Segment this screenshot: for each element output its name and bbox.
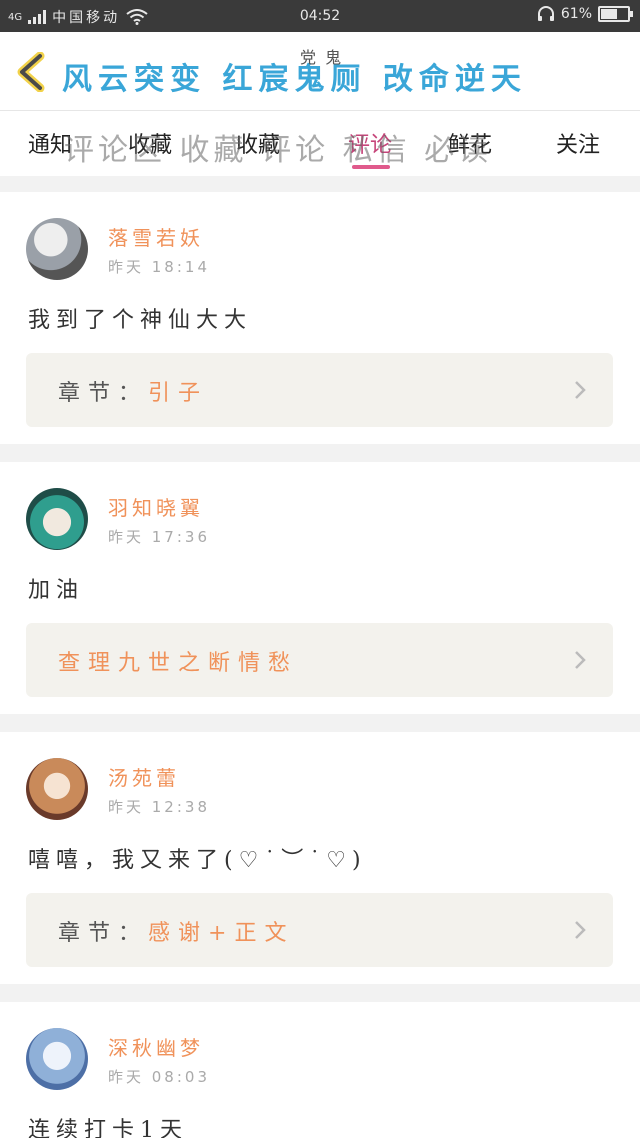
battery-icon <box>598 6 633 22</box>
comment-time: 昨天 17:36 <box>108 528 210 546</box>
chapter-link[interactable]: 章节：感谢+正文 <box>26 893 613 967</box>
avatar[interactable] <box>26 758 88 820</box>
chapter-label: 章节：引子 <box>58 375 208 407</box>
chapter-prefix: 章节： <box>58 381 149 406</box>
comment-card: 落雪若妖 昨天 18:14 我到了个神仙大大 章节：引子 <box>0 192 640 444</box>
tab-flowers[interactable]: 鲜花 <box>448 127 492 159</box>
battery-percent: 61% <box>560 6 592 22</box>
chapter-label: 查理九世之断情愁 <box>58 645 298 677</box>
back-arrow-icon[interactable] <box>14 52 50 92</box>
top-bar: 风云突变 红宸鬼厕 改命逆天 党 鬼 <box>0 32 640 110</box>
comment-time: 昨天 08:03 <box>108 1068 210 1086</box>
comment-card: 深秋幽梦 昨天 08:03 连续打卡1天 <box>0 1002 640 1138</box>
tab-favorites-1[interactable]: 收藏 <box>128 127 172 159</box>
chapter-label: 章节：感谢+正文 <box>58 915 294 947</box>
chapter-title: 查理九世之断情愁 <box>58 651 299 676</box>
comment-username[interactable]: 落雪若妖 <box>108 222 204 251</box>
page-title-text: 风云突变 红宸鬼厕 改命逆天 <box>62 62 527 97</box>
status-bar: 4G 中国移动 04:52 61% <box>0 0 640 32</box>
avatar[interactable] <box>26 488 88 550</box>
comment-text: 嘻嘻，我又来了(♡˙︶˙♡) <box>28 848 367 873</box>
comment-text: 我到了个神仙大大 <box>28 308 253 333</box>
avatar[interactable] <box>26 218 88 280</box>
comment-username[interactable]: 羽知晓翼 <box>108 492 204 521</box>
status-right: 61% <box>537 6 633 22</box>
tab-follow[interactable]: 关注 <box>556 127 600 159</box>
page-title: 风云突变 红宸鬼厕 改命逆天 党 鬼 <box>62 48 527 98</box>
tab-bar: 通知 收藏 收藏 评论 鲜花 关注 评论区 收藏 评论 私信 必读 <box>0 110 640 176</box>
page-title-sub: 党 鬼 <box>300 48 344 67</box>
chevron-right-icon <box>575 651 586 669</box>
chevron-right-icon <box>575 381 586 399</box>
tab-comments[interactable]: 评论 <box>348 127 392 159</box>
comment-card: 汤苑蕾 昨天 12:38 嘻嘻，我又来了(♡˙︶˙♡) 章节：感谢+正文 <box>0 732 640 984</box>
chapter-title: 引子 <box>148 381 209 406</box>
chapter-link[interactable]: 查理九世之断情愁 <box>26 623 613 697</box>
comment-time: 昨天 18:14 <box>108 258 210 276</box>
tab-favorites-2[interactable]: 收藏 <box>236 127 280 159</box>
chapter-link[interactable]: 章节：引子 <box>26 353 613 427</box>
chevron-right-icon <box>575 921 586 939</box>
comment-text: 连续打卡1天 <box>28 1118 188 1138</box>
comment-username[interactable]: 汤苑蕾 <box>108 762 180 791</box>
chapter-prefix: 章节： <box>58 921 149 946</box>
comment-time: 昨天 12:38 <box>108 798 210 816</box>
comment-text: 加油 <box>28 578 85 603</box>
headphone-icon <box>537 6 554 21</box>
avatar[interactable] <box>26 1028 88 1090</box>
comment-username[interactable]: 深秋幽梦 <box>108 1032 204 1061</box>
chapter-title: 感谢+正文 <box>148 921 295 946</box>
battery-level <box>601 9 617 19</box>
tab-active-underline <box>352 165 390 169</box>
tab-notice[interactable]: 通知 <box>28 127 72 159</box>
comment-card: 羽知晓翼 昨天 17:36 加油 查理九世之断情愁 <box>0 462 640 714</box>
